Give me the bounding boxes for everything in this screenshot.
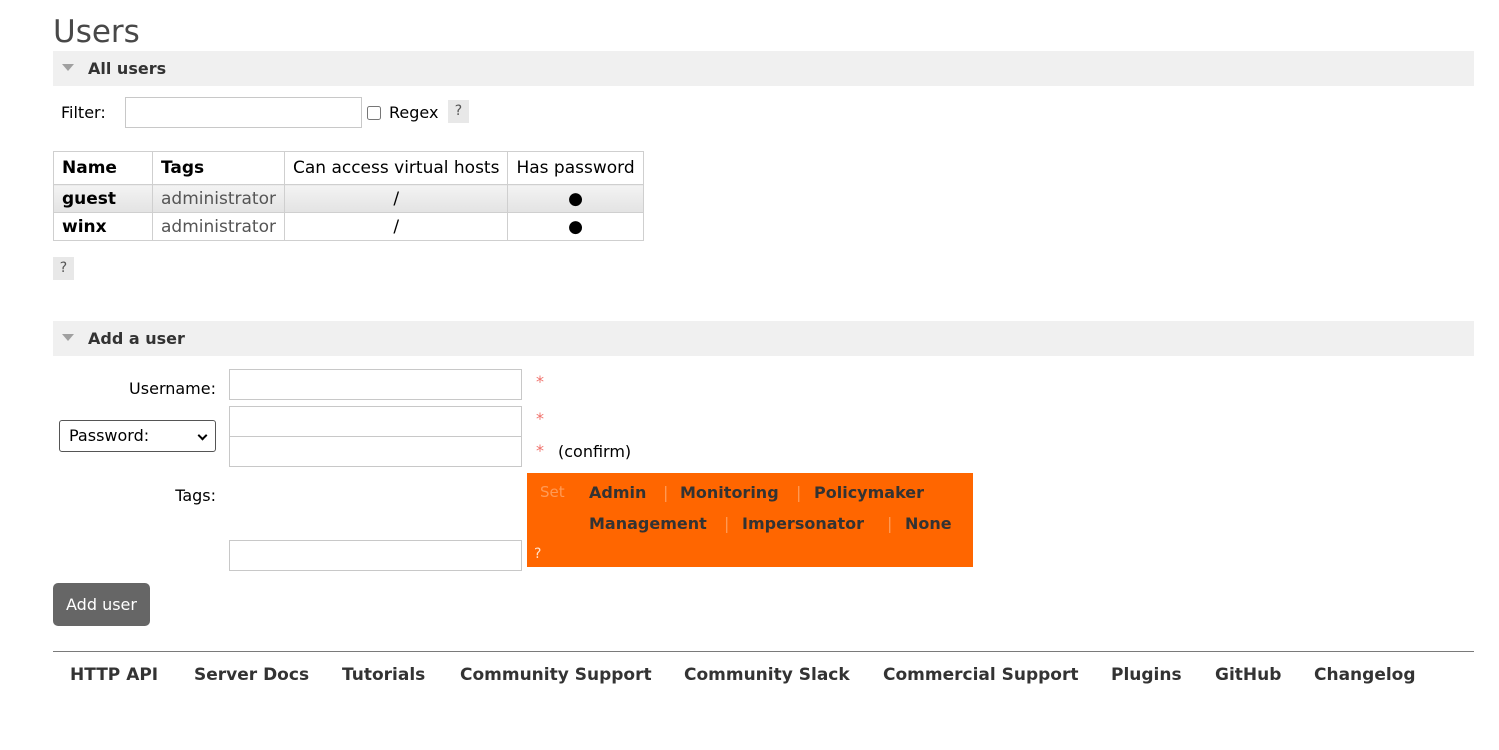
table-row[interactable]: winx administrator / ● xyxy=(53,212,644,241)
footer-link-plugins[interactable]: Plugins xyxy=(1111,665,1182,685)
password-type-select[interactable]: Password: xyxy=(59,420,216,452)
password-required-mark: * xyxy=(536,409,544,428)
column-header-vhosts[interactable]: Can access virtual hosts xyxy=(283,151,509,185)
has-password-dot: ● xyxy=(507,184,644,213)
regex-help-button[interactable]: ? xyxy=(448,100,469,123)
table-row[interactable]: guest administrator / ● xyxy=(53,184,644,213)
footer-divider xyxy=(53,651,1474,652)
tag-management-link[interactable]: Management xyxy=(589,514,707,533)
user-vhosts: / xyxy=(283,184,509,213)
footer-link-changelog[interactable]: Changelog xyxy=(1314,665,1416,685)
user-tags: administrator xyxy=(152,212,285,241)
triangle-down-icon xyxy=(62,64,74,71)
footer-link-http-api[interactable]: HTTP API xyxy=(70,665,158,685)
confirm-label: (confirm) xyxy=(558,442,632,461)
tag-admin-link[interactable]: Admin xyxy=(589,483,646,502)
tag-policymaker-link[interactable]: Policymaker xyxy=(814,483,924,502)
user-vhosts: / xyxy=(283,212,509,241)
username-required-mark: * xyxy=(536,372,544,391)
set-label: Set xyxy=(540,483,565,501)
footer-link-community-slack[interactable]: Community Slack xyxy=(684,665,850,685)
table-header-row: Name Tags Can access virtual hosts Has p… xyxy=(53,151,644,185)
password-confirm-input[interactable] xyxy=(229,436,522,467)
chevron-down-icon xyxy=(197,430,208,441)
tags-input[interactable] xyxy=(229,540,522,571)
footer-link-commercial-support[interactable]: Commercial Support xyxy=(883,665,1079,685)
has-password-dot: ● xyxy=(507,212,644,241)
filter-input[interactable] xyxy=(125,97,362,128)
page-title: Users xyxy=(53,14,140,50)
footer-link-server-docs[interactable]: Server Docs xyxy=(194,665,309,685)
user-name-link[interactable]: guest xyxy=(53,184,153,213)
user-tags: administrator xyxy=(152,184,285,213)
tag-impersonator-link[interactable]: Impersonator xyxy=(742,514,864,533)
password-input[interactable] xyxy=(229,406,522,437)
tag-separator: | xyxy=(724,514,730,533)
all-users-section-header[interactable]: All users xyxy=(53,51,1474,86)
tag-monitoring-link[interactable]: Monitoring xyxy=(680,483,779,502)
users-table: Name Tags Can access virtual hosts Has p… xyxy=(53,151,644,241)
footer-link-community-support[interactable]: Community Support xyxy=(460,665,652,685)
tag-separator: | xyxy=(796,483,802,502)
tag-separator: | xyxy=(887,514,893,533)
all-users-header-label: All users xyxy=(88,59,167,78)
tags-label: Tags: xyxy=(175,486,216,505)
username-input[interactable] xyxy=(229,369,522,400)
column-header-has-password[interactable]: Has password xyxy=(507,151,644,185)
triangle-down-icon xyxy=(62,334,74,341)
tag-separator: | xyxy=(663,483,669,502)
regex-label: Regex xyxy=(389,103,439,122)
add-user-button[interactable]: Add user xyxy=(53,583,150,626)
footer-link-github[interactable]: GitHub xyxy=(1215,665,1281,685)
tags-help-button[interactable]: ? xyxy=(534,546,541,562)
filter-label: Filter: xyxy=(61,103,106,122)
add-user-section-header[interactable]: Add a user xyxy=(53,321,1474,356)
username-label: Username: xyxy=(129,379,216,398)
tag-none-link[interactable]: None xyxy=(905,514,952,533)
user-name-link[interactable]: winx xyxy=(53,212,153,241)
confirm-required-mark: * xyxy=(536,441,544,460)
column-header-tags[interactable]: Tags xyxy=(152,151,285,185)
column-header-name[interactable]: Name xyxy=(53,151,153,185)
footer-link-tutorials[interactable]: Tutorials xyxy=(342,665,425,685)
table-help-button[interactable]: ? xyxy=(53,257,74,280)
regex-checkbox[interactable] xyxy=(367,106,381,120)
password-select-value: Password: xyxy=(69,426,150,445)
add-user-header-label: Add a user xyxy=(88,329,185,348)
tag-set-panel: Set Admin | Monitoring | Policymaker Man… xyxy=(527,473,973,567)
